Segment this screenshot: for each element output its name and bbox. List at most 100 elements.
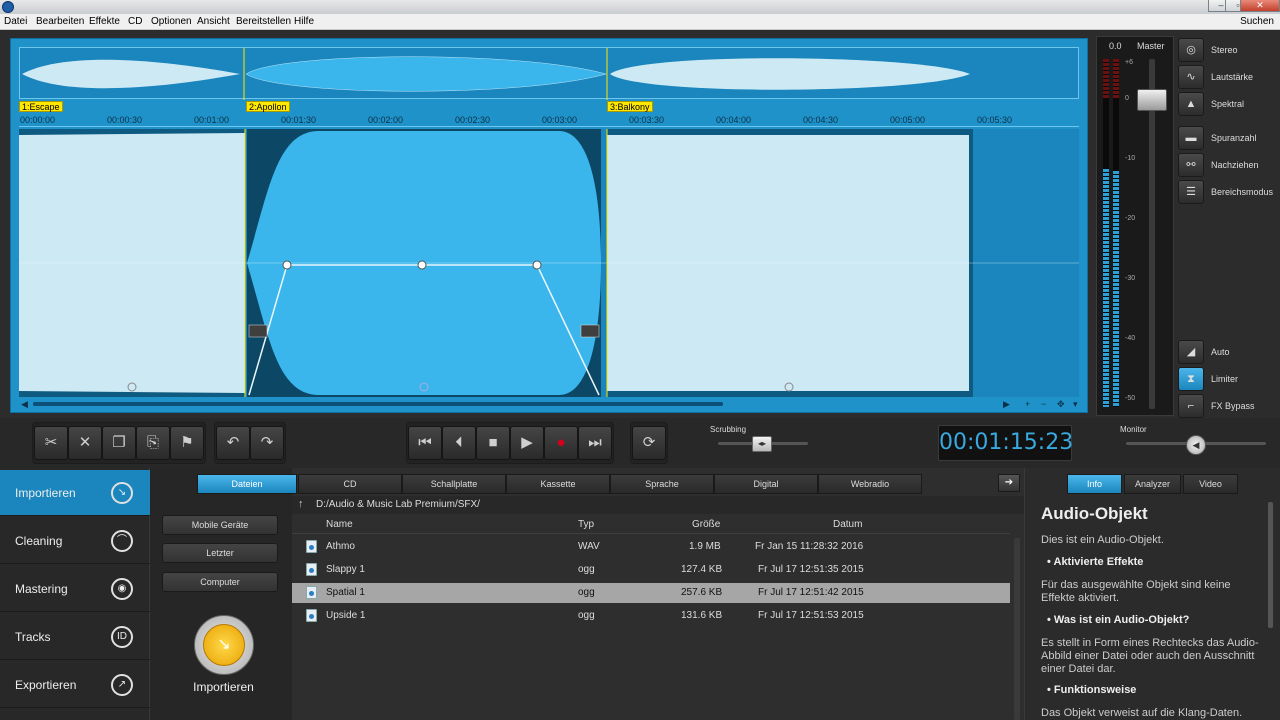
menu-bereitstellen[interactable]: Bereitstellen	[236, 16, 291, 27]
import-button[interactable]: ↘	[194, 615, 254, 675]
scroll-left-icon[interactable]: ◀	[21, 399, 28, 410]
volume-curve-icon[interactable]: ∿	[1178, 65, 1204, 89]
lautstaerke-button[interactable]: ∿ Lautstärke	[1178, 65, 1280, 89]
menu-ansicht[interactable]: Ansicht	[197, 16, 230, 27]
play-icon[interactable]: ▶	[510, 426, 544, 460]
fx-bypass-icon[interactable]: ⌐	[1178, 394, 1204, 418]
file-row-upside[interactable]: Upside 1 ogg 131.6 KB Fr Jul 17 12:51:53…	[292, 606, 1010, 626]
master-fader-track[interactable]	[1149, 59, 1155, 409]
track-count-icon[interactable]: ▬	[1178, 126, 1204, 150]
paste-icon[interactable]: ⎘	[136, 426, 170, 460]
menu-datei[interactable]: Datei	[4, 16, 27, 27]
tab-info[interactable]: Info	[1067, 474, 1122, 494]
folder-up-icon[interactable]: ↑	[298, 498, 304, 510]
marker-apollon[interactable]: 2:Apollon	[246, 101, 290, 112]
monitor-slider-knob[interactable]: ◀	[1186, 435, 1206, 455]
nav-exportieren[interactable]: Exportieren ↗	[0, 662, 150, 708]
col-size[interactable]: Größe	[692, 519, 720, 530]
nav-tracks[interactable]: Tracks ID	[0, 614, 150, 660]
skip-to-end-icon[interactable]: ⏭	[578, 426, 612, 460]
nav-mastering[interactable]: Mastering ◉	[0, 566, 150, 612]
play-from-view-icon[interactable]: ▶	[1003, 399, 1010, 410]
menu-hilfe[interactable]: Hilfe	[294, 16, 314, 27]
time-ruler[interactable]: 00:00:00 00:00:30 00:01:00 00:01:30 00:0…	[19, 115, 1079, 127]
zoom-in-icon[interactable]: +	[1025, 399, 1030, 409]
recent-button[interactable]: Letzter	[162, 543, 278, 563]
close-button[interactable]: ✕	[1240, 0, 1280, 12]
skip-to-start-icon[interactable]: ⏮	[408, 426, 442, 460]
auto-button[interactable]: ◢ Auto	[1178, 340, 1280, 364]
overview-waveform[interactable]	[19, 47, 1079, 100]
flag-icon[interactable]: ⚑	[170, 426, 204, 460]
delete-icon[interactable]: ✕	[68, 426, 102, 460]
arrow-right-icon[interactable]: ➔	[998, 474, 1020, 492]
curve-handle-start[interactable]	[282, 260, 292, 270]
waveform-track[interactable]	[19, 129, 1079, 397]
tab-kassette[interactable]: Kassette	[506, 474, 610, 494]
marker-escape[interactable]: 1:Escape	[19, 101, 63, 112]
menu-effekte[interactable]: Effekte	[89, 16, 120, 27]
import-arrow-icon: ↘	[203, 624, 245, 666]
file-row-athmo[interactable]: Athmo WAV 1.9 MB Fr Jan 15 11:28:32 2016	[292, 537, 1010, 557]
fit-view-icon[interactable]: ✥	[1057, 399, 1065, 410]
info-scrollbar[interactable]	[1268, 502, 1273, 628]
file-row-slappy[interactable]: Slappy 1 ogg 127.4 KB Fr Jul 17 12:51:35…	[292, 560, 1010, 580]
menu-optionen[interactable]: Optionen	[151, 16, 192, 27]
file-list-scrollbar[interactable]	[1014, 538, 1020, 720]
master-fader-knob[interactable]	[1137, 89, 1167, 111]
menu-bearbeiten[interactable]: Bearbeiten	[36, 16, 84, 27]
redo-icon[interactable]: ↷	[250, 426, 284, 460]
nav-importieren[interactable]: Importieren ↘	[0, 470, 150, 516]
spektral-button[interactable]: ▲ Spektral	[1178, 92, 1280, 116]
spectrum-icon[interactable]: ▲	[1178, 92, 1204, 116]
fade-out-handle[interactable]	[580, 324, 600, 338]
tab-video[interactable]: Video	[1183, 474, 1238, 494]
file-row-spatial[interactable]: Spatial 1 ogg 257.6 KB Fr Jul 17 12:51:4…	[292, 583, 1010, 603]
nav-cleaning[interactable]: Cleaning ⌒	[0, 518, 150, 564]
col-date[interactable]: Datum	[833, 519, 862, 530]
curve-handle-end[interactable]	[532, 260, 542, 270]
scroll-track[interactable]	[33, 402, 723, 406]
marker-balkony[interactable]: 3:Balkony	[607, 101, 653, 112]
scissors-icon[interactable]: ✂	[34, 426, 68, 460]
horizontal-scrollbar[interactable]: ◀ ▶ + − ✥ ▾	[19, 399, 1079, 409]
app-icon[interactable]	[2, 1, 14, 13]
auto-icon[interactable]: ◢	[1178, 340, 1204, 364]
scrubbing-slider-knob[interactable]: ◂▸	[752, 436, 772, 452]
stop-icon[interactable]: ■	[476, 426, 510, 460]
tab-digital[interactable]: Digital	[714, 474, 818, 494]
tab-sprache[interactable]: Sprache	[610, 474, 714, 494]
tab-analyzer[interactable]: Analyzer	[1124, 474, 1181, 494]
record-icon[interactable]: ●	[544, 426, 578, 460]
copy-icon[interactable]: ❐	[102, 426, 136, 460]
tab-cd[interactable]: CD	[298, 474, 402, 494]
spuranzahl-button[interactable]: ▬ Spuranzahl	[1178, 126, 1280, 150]
limiter-icon[interactable]: ⧗	[1178, 367, 1204, 391]
curve-handle-mid[interactable]	[417, 260, 427, 270]
stereo-icon[interactable]: ◎	[1178, 38, 1204, 62]
range-mode-icon[interactable]: ☰	[1178, 180, 1204, 204]
previous-marker-icon[interactable]: ⏴	[442, 426, 476, 460]
chevron-down-icon[interactable]: ▾	[1073, 399, 1078, 410]
limiter-button[interactable]: ⧗ Limiter	[1178, 367, 1280, 391]
tab-webradio[interactable]: Webradio	[818, 474, 922, 494]
computer-button[interactable]: Computer	[162, 572, 278, 592]
ruler-tick: 00:04:30	[803, 115, 839, 125]
fade-in-handle[interactable]	[248, 324, 268, 338]
stereo-button[interactable]: ◎ Stereo	[1178, 38, 1280, 62]
bereichsmodus-button[interactable]: ☰ Bereichsmodus	[1178, 180, 1280, 204]
link-icon[interactable]: ⚯	[1178, 153, 1204, 177]
zoom-out-icon[interactable]: −	[1041, 399, 1046, 409]
tab-schallplatte[interactable]: Schallplatte	[402, 474, 506, 494]
col-type[interactable]: Typ	[578, 519, 594, 530]
tab-dateien[interactable]: Dateien	[197, 474, 297, 494]
menu-cd[interactable]: CD	[128, 16, 142, 27]
col-name[interactable]: Name	[326, 519, 353, 530]
undo-icon[interactable]: ↶	[216, 426, 250, 460]
fxbypass-button[interactable]: ⌐ FX Bypass	[1178, 394, 1280, 418]
loop-icon[interactable]: ⟳	[632, 426, 666, 460]
menu-search[interactable]: Suchen	[1240, 16, 1274, 27]
nachziehen-button[interactable]: ⚯ Nachziehen	[1178, 153, 1280, 177]
scroll-thumb[interactable]	[33, 402, 723, 406]
mobile-devices-button[interactable]: Mobile Geräte	[162, 515, 278, 535]
